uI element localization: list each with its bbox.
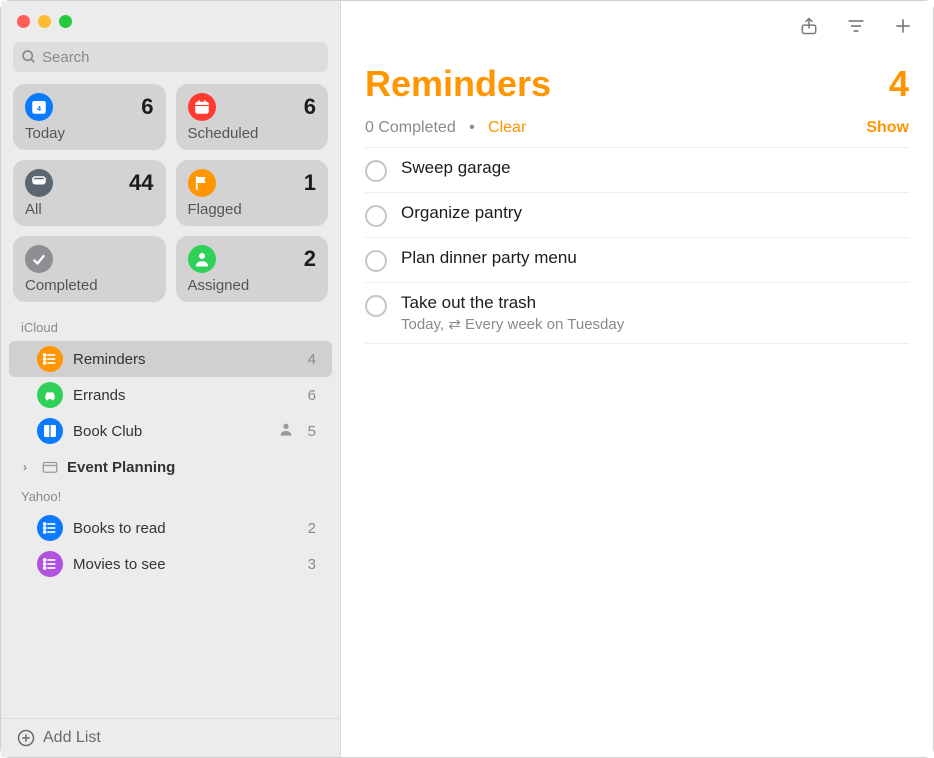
smart-list-all[interactable]: 44 All xyxy=(13,160,166,226)
all-icon xyxy=(25,169,53,197)
add-list-label: Add List xyxy=(43,729,101,747)
reminder-item[interactable]: Take out the trash Today, ⇄ Every week on… xyxy=(365,283,909,344)
reminder-title: Organize pantry xyxy=(401,203,909,223)
list-count: 5 xyxy=(308,423,316,440)
list-count: 3 xyxy=(308,556,316,573)
smart-label: Flagged xyxy=(188,201,317,218)
completed-count-label: 0 Completed xyxy=(365,119,456,136)
smart-label: Scheduled xyxy=(188,125,317,142)
list-name: Books to read xyxy=(73,520,298,537)
folder-name: Event Planning xyxy=(67,459,175,476)
today-icon: 4 xyxy=(25,93,53,121)
chevron-right-icon: › xyxy=(23,460,33,474)
smart-label: All xyxy=(25,201,154,218)
clear-completed-button[interactable]: Clear xyxy=(488,119,526,136)
sidebar-folder[interactable]: › Event Planning xyxy=(9,449,332,485)
account-header: iCloud xyxy=(1,316,340,341)
reminder-item[interactable]: Sweep garage xyxy=(365,147,909,193)
reminder-title: Plan dinner party menu xyxy=(401,248,909,268)
list-name: Reminders xyxy=(73,351,298,368)
account-header: Yahoo! xyxy=(1,485,340,510)
list-count: 4 xyxy=(889,63,909,105)
window-controls xyxy=(1,1,340,38)
completed-icon xyxy=(25,245,53,273)
list-name: Errands xyxy=(73,387,298,404)
sidebar-list-item[interactable]: Books to read 2 xyxy=(9,510,332,546)
list-color-icon xyxy=(37,418,63,444)
list-count: 4 xyxy=(308,351,316,368)
smart-label: Today xyxy=(25,125,154,142)
plus-icon xyxy=(893,16,913,36)
smart-label: Assigned xyxy=(188,277,317,294)
smart-count: 6 xyxy=(141,94,153,120)
complete-checkbox[interactable] xyxy=(365,205,387,227)
list-name: Movies to see xyxy=(73,556,298,573)
reminder-title: Take out the trash xyxy=(401,293,909,313)
flagged-icon xyxy=(188,169,216,197)
search-icon xyxy=(21,49,37,65)
complete-checkbox[interactable] xyxy=(365,160,387,182)
close-window-button[interactable] xyxy=(17,15,30,28)
view-options-button[interactable] xyxy=(845,16,867,36)
folder-icon xyxy=(39,458,61,476)
minimize-window-button[interactable] xyxy=(38,15,51,28)
sidebar-list-item[interactable]: Errands 6 xyxy=(9,377,332,413)
toolbar xyxy=(341,1,933,51)
sidebar-list-item[interactable]: Book Club 5 xyxy=(9,413,332,449)
list-color-icon xyxy=(37,515,63,541)
show-completed-button[interactable]: Show xyxy=(866,119,909,137)
complete-checkbox[interactable] xyxy=(365,250,387,272)
shared-icon xyxy=(278,421,294,441)
reminder-item[interactable]: Plan dinner party menu xyxy=(365,238,909,283)
assigned-icon xyxy=(188,245,216,273)
smart-count: 6 xyxy=(304,94,316,120)
smart-list-completed[interactable]: Completed xyxy=(13,236,166,302)
smart-list-flagged[interactable]: 1 Flagged xyxy=(176,160,329,226)
fullscreen-window-button[interactable] xyxy=(59,15,72,28)
list-count: 6 xyxy=(308,387,316,404)
sidebar-list-item[interactable]: Movies to see 3 xyxy=(9,546,332,582)
smart-count: 44 xyxy=(129,170,153,196)
list-color-icon xyxy=(37,551,63,577)
reminder-subtitle: Today, ⇄ Every week on Tuesday xyxy=(401,315,909,333)
list-color-icon xyxy=(37,382,63,408)
reminder-item[interactable]: Organize pantry xyxy=(365,193,909,238)
smart-list-scheduled[interactable]: 6 Scheduled xyxy=(176,84,329,150)
smart-list-assigned[interactable]: 2 Assigned xyxy=(176,236,329,302)
search-field[interactable] xyxy=(13,42,328,72)
scheduled-icon xyxy=(188,93,216,121)
list-filter-icon xyxy=(845,16,867,36)
search-input[interactable] xyxy=(42,49,320,66)
list-color-icon xyxy=(37,346,63,372)
complete-checkbox[interactable] xyxy=(365,295,387,317)
separator-dot: • xyxy=(469,119,475,136)
reminder-title: Sweep garage xyxy=(401,158,909,178)
smart-label: Completed xyxy=(25,277,154,294)
list-title: Reminders xyxy=(365,63,551,105)
share-icon xyxy=(799,15,819,37)
share-button[interactable] xyxy=(799,15,819,37)
add-list-button[interactable]: Add List xyxy=(1,718,340,757)
main-content: Reminders 4 0 Completed • Clear Show Swe… xyxy=(341,1,933,757)
list-name: Book Club xyxy=(73,423,268,440)
list-count: 2 xyxy=(308,520,316,537)
plus-circle-icon xyxy=(17,729,35,747)
smart-list-today[interactable]: 4 6 Today xyxy=(13,84,166,150)
new-reminder-button[interactable] xyxy=(893,16,913,36)
smart-count: 2 xyxy=(304,246,316,272)
smart-count: 1 xyxy=(304,170,316,196)
sidebar: 4 6 Today 6 Scheduled 44 All 1 Flagged Completed 2… xyxy=(1,1,341,757)
sidebar-list-item[interactable]: Reminders 4 xyxy=(9,341,332,377)
